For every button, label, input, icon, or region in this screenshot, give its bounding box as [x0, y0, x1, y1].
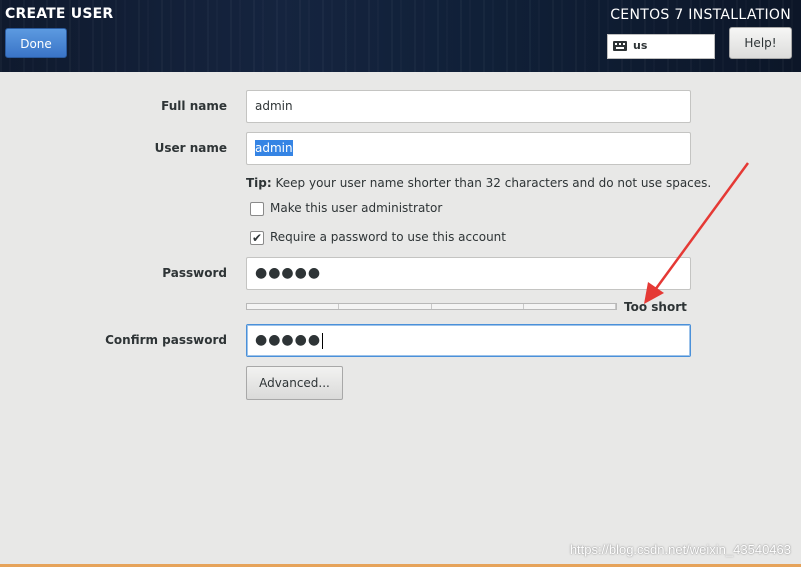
full-name-input[interactable]: admin [246, 90, 691, 123]
keyboard-icon [613, 41, 627, 51]
admin-checkbox-label[interactable]: Make this user administrator [270, 201, 442, 215]
text-caret [322, 332, 324, 349]
password-input[interactable]: ●●●●● [246, 257, 691, 290]
password-strength-bar [246, 303, 617, 310]
password-value: ●●●●● [255, 265, 322, 281]
require-password-checkbox[interactable]: ✔ [250, 231, 264, 245]
keyboard-layout-label: us [633, 39, 648, 52]
installer-title: CENTOS 7 INSTALLATION [610, 7, 791, 23]
full-name-label: Full name [161, 99, 227, 113]
username-tip: Tip: Keep your user name shorter than 32… [246, 176, 711, 190]
user-name-value: admin [255, 140, 293, 156]
confirm-password-input[interactable]: ●●●●● [246, 324, 691, 357]
user-name-input[interactable]: admin [246, 132, 691, 165]
admin-checkbox[interactable] [250, 202, 264, 216]
confirm-password-label: Confirm password [105, 333, 227, 347]
password-strength-text: Too short [624, 300, 687, 314]
full-name-value: admin [255, 99, 293, 113]
page-title: CREATE USER [5, 6, 114, 22]
tip-text: Keep your user name shorter than 32 char… [271, 176, 712, 190]
tip-prefix: Tip: [246, 176, 272, 190]
password-label: Password [162, 266, 227, 280]
require-password-checkbox-label[interactable]: Require a password to use this account [270, 230, 506, 244]
keyboard-layout-indicator[interactable]: us [607, 34, 715, 59]
watermark: https://blog.csdn.net/weixin_43540463 [569, 542, 791, 557]
check-mark-icon: ✔ [251, 231, 263, 245]
user-name-label: User name [154, 141, 227, 155]
help-button[interactable]: Help! [729, 27, 792, 59]
advanced-button[interactable]: Advanced... [246, 366, 343, 400]
confirm-password-value: ●●●●● [255, 332, 322, 348]
done-button[interactable]: Done [5, 28, 67, 58]
